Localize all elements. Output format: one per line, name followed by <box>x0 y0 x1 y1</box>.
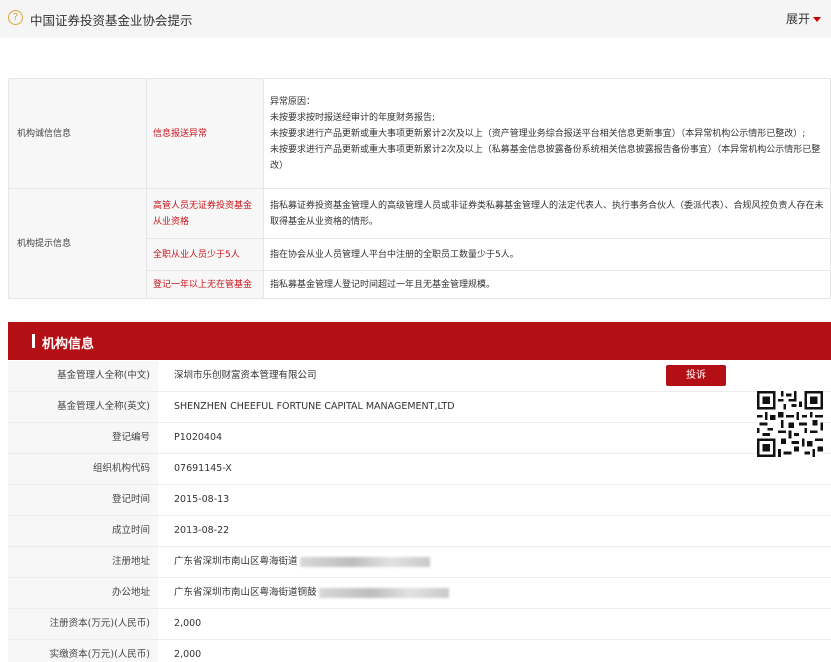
hint-item-name: 登记一年以上无在管基金 <box>146 270 264 299</box>
table-row: 实缴资本(万元)(人民币) 2,000 <box>8 640 831 662</box>
table-row: 成立时间 2013-08-22 <box>8 516 831 547</box>
field-label: 组织机构代码 <box>8 454 158 484</box>
field-value: 广东省深圳市南山区粤海街道 <box>158 547 831 577</box>
chevron-down-icon <box>813 17 821 22</box>
field-value: 07691145-X <box>174 463 232 474</box>
field-label: 成立时间 <box>8 516 158 546</box>
expand-label: 展开 <box>785 12 810 26</box>
table-row: 注册资本(万元)(人民币) 2,000 <box>8 609 831 640</box>
org-section-header: 机构信息 <box>8 322 831 360</box>
field-label: 基金管理人全称(英文) <box>8 392 158 422</box>
address-text: 广东省深圳市南山区粤海街道铜鼓 <box>174 587 317 598</box>
org-info-table: 基金管理人全称(中文) 深圳市乐创财富资本管理有限公司 基金管理人全称(英文) SH… <box>8 361 831 662</box>
header-accent-bar <box>32 334 35 348</box>
qr-code-icon <box>757 391 823 457</box>
field-label: 基金管理人全称(中文) <box>8 361 158 391</box>
table-row: 组织机构代码 07691145-X <box>8 454 831 485</box>
field-label: 登记时间 <box>8 485 158 515</box>
org-section-title: 机构信息 <box>42 337 95 352</box>
table-row: 基金管理人全称(英文) SHENZHEN CHEEFUL FORTUNE CAPI… <box>8 392 831 423</box>
field-value: 2,000 <box>174 649 202 660</box>
field-label: 注册资本(万元)(人民币) <box>8 609 158 639</box>
table-row: 注册地址 广东省深圳市南山区粤海街道 <box>8 547 831 578</box>
field-label: 注册地址 <box>8 547 158 577</box>
reason-line: 异常原因： <box>270 96 316 107</box>
table-row: 登记时间 2015-08-13 <box>8 485 831 516</box>
hint-item-desc: 指私募证券投资基金管理人的高级管理人员或非证券类私募基金管理人的法定代表人、执行… <box>263 188 831 239</box>
hint-item-name: 高管人员无证券投资基金从业资格 <box>146 188 264 239</box>
field-value: 2015-08-13 <box>174 494 230 505</box>
field-value: P1020404 <box>174 432 223 443</box>
field-label: 实缴资本(万元)(人民币) <box>8 640 158 662</box>
table-row: 办公地址 广东省深圳市南山区粤海街道铜鼓 <box>8 578 831 609</box>
reason-line: 未按要求进行产品更新或重大事项更新累计2次及以上（资产管理业务综合报送平台相关信… <box>270 128 806 139</box>
reason-line: 未按要求按时报送经审计的年度财务报告; <box>270 112 436 123</box>
notice-bar: ? 中国证券投资基金业协会提示 展开 <box>0 0 831 38</box>
hint-item-name: 全职从业人员少于5人 <box>146 238 264 271</box>
table-row: 登记编号 P1020404 <box>8 423 831 454</box>
hint-item-desc: 指在协会从业人员管理人平台中注册的全职员工数量少于5人。 <box>263 238 831 271</box>
reason-line: 未按要求进行产品更新或重大事项更新累计2次及以上（私募基金信息披露备份系统相关信… <box>270 144 821 171</box>
question-circle-icon: ? <box>8 10 23 25</box>
address-text: 广东省深圳市南山区粤海街道 <box>174 556 298 567</box>
notice-title: 中国证券投资基金业协会提示 <box>30 13 193 28</box>
field-label: 登记编号 <box>8 423 158 453</box>
integrity-category: 机构诚信信息 <box>8 78 147 189</box>
field-value: 2,000 <box>174 618 202 629</box>
field-value: SHENZHEN CHEEFUL FORTUNE CAPITAL MANAGEM… <box>174 401 455 412</box>
hints-category: 机构提示信息 <box>8 188 147 299</box>
hint-item-desc: 指私募基金管理人登记时间超过一年且无基金管理规模。 <box>263 270 831 299</box>
field-label: 办公地址 <box>8 578 158 608</box>
complain-button[interactable]: 投诉 <box>666 365 726 386</box>
integrity-reason: 异常原因： 未按要求按时报送经审计的年度财务报告; 未按要求进行产品更新或重大事… <box>263 78 831 189</box>
field-value: 广东省深圳市南山区粤海街道铜鼓 <box>158 578 831 608</box>
redacted-blur <box>299 556 430 567</box>
integrity-item: 信息报送异常 <box>146 78 264 189</box>
warning-table: 机构诚信信息 信息报送异常 异常原因： 未按要求按时报送经审计的年度财务报告; … <box>8 78 831 299</box>
expand-toggle[interactable]: 展开 <box>786 10 821 27</box>
field-value: 深圳市乐创财富资本管理有限公司 <box>174 370 317 381</box>
redacted-blur <box>318 587 449 598</box>
field-value: 2013-08-22 <box>174 525 230 536</box>
